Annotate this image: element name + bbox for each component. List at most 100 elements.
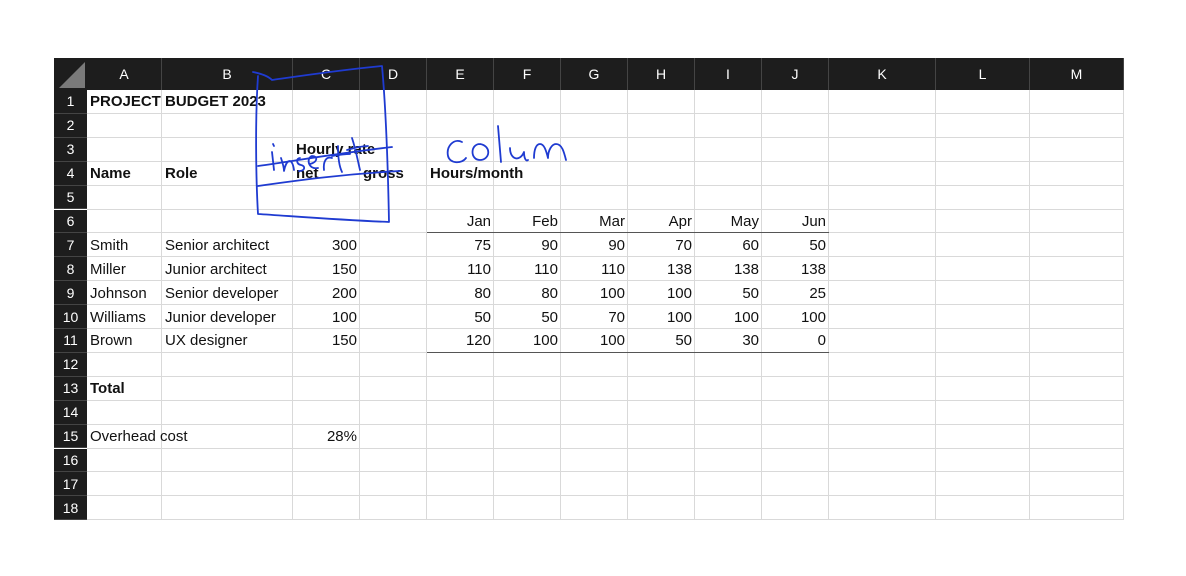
cell-hours[interactable]: 100 [628, 281, 695, 305]
row-header-3[interactable]: 3 [54, 137, 87, 162]
cell-name[interactable]: Williams [87, 305, 162, 329]
cell-role[interactable]: Senior developer [162, 281, 293, 305]
cell-hours[interactable]: 50 [427, 305, 494, 329]
column-header-a[interactable]: A [87, 58, 162, 90]
row-header-2[interactable]: 2 [54, 113, 87, 138]
row-header-15[interactable]: 15 [54, 424, 87, 449]
cell-net-rate[interactable]: 150 [293, 257, 360, 281]
cell-hours[interactable]: 100 [695, 305, 762, 329]
row-header-9[interactable]: 9 [54, 281, 87, 306]
cell-hours[interactable]: 100 [494, 329, 561, 353]
cell-hours[interactable]: 60 [695, 233, 762, 257]
cell-hours[interactable]: 120 [427, 329, 494, 353]
column-header-b[interactable]: B [162, 58, 293, 90]
cell-name[interactable]: Miller [87, 257, 162, 281]
cell-hours[interactable]: 50 [762, 233, 829, 257]
row-header-18[interactable]: 18 [54, 496, 87, 521]
column-header-k[interactable]: K [829, 58, 936, 90]
column-header-j[interactable]: J [762, 58, 829, 90]
cell-hours[interactable]: 138 [628, 257, 695, 281]
row-header-12[interactable]: 12 [54, 352, 87, 377]
column-header-g[interactable]: G [561, 58, 628, 90]
row-header-7[interactable]: 7 [54, 233, 87, 258]
row-header-6[interactable]: 6 [54, 209, 87, 234]
cell-hours[interactable]: 50 [628, 329, 695, 353]
row-header-16[interactable]: 16 [54, 448, 87, 473]
cell-a4-name-header[interactable]: Name [87, 162, 162, 186]
cell-hours[interactable]: 110 [427, 257, 494, 281]
column-header-i[interactable]: I [695, 58, 762, 90]
column-header-d[interactable]: D [360, 58, 427, 90]
cell-hours[interactable]: 138 [695, 257, 762, 281]
cell-e4-hours-header[interactable]: Hours/month [427, 162, 628, 186]
row-header-14[interactable]: 14 [54, 400, 87, 425]
row-header-4[interactable]: 4 [54, 161, 87, 186]
cell-net-rate[interactable]: 300 [293, 233, 360, 257]
cell-hours[interactable]: 0 [762, 329, 829, 353]
cell-hours[interactable]: 30 [695, 329, 762, 353]
cell-c15-overhead-value[interactable]: 28% [293, 425, 360, 449]
cell-hours[interactable]: 90 [494, 233, 561, 257]
column-header-f[interactable]: F [494, 58, 561, 90]
cell-name[interactable]: Smith [87, 233, 162, 257]
select-all-corner[interactable] [54, 58, 87, 90]
column-header-h[interactable]: H [628, 58, 695, 90]
cell-hours[interactable]: 110 [494, 257, 561, 281]
cell-role[interactable]: UX designer [162, 329, 293, 353]
cell-hours[interactable]: 75 [427, 233, 494, 257]
cell-hours[interactable]: 70 [561, 305, 628, 329]
cell-hours[interactable]: 80 [494, 281, 561, 305]
cell-hours[interactable]: 50 [695, 281, 762, 305]
cell-hours[interactable]: 138 [762, 257, 829, 281]
cell-a13-total[interactable]: Total [87, 377, 162, 401]
cell-hours[interactable]: 90 [561, 233, 628, 257]
cell-net-rate[interactable]: 150 [293, 329, 360, 353]
cell-hours[interactable]: 50 [494, 305, 561, 329]
cell-d4-gross-header[interactable]: gross [360, 162, 427, 186]
cell-net-rate[interactable]: 100 [293, 305, 360, 329]
row-header-11[interactable]: 11 [54, 329, 87, 353]
gridline-vertical [1123, 90, 1124, 521]
cell-month-mar[interactable]: Mar [561, 210, 628, 234]
row-header-8[interactable]: 8 [54, 257, 87, 282]
row-header-1[interactable]: 1 [54, 90, 87, 114]
cell-month-jun[interactable]: Jun [762, 210, 829, 234]
cell-hours[interactable]: 25 [762, 281, 829, 305]
cell-month-jan[interactable]: Jan [427, 210, 494, 234]
cell-role[interactable]: Junior architect [162, 257, 293, 281]
cell-month-may[interactable]: May [695, 210, 762, 234]
gridline-horizontal [87, 471, 1124, 473]
cell-month-feb[interactable]: Feb [494, 210, 561, 234]
column-header-e[interactable]: E [427, 58, 494, 90]
cell-hours[interactable]: 100 [628, 305, 695, 329]
row-header-5[interactable]: 5 [54, 185, 87, 210]
select-all-icon [59, 62, 85, 88]
cell-hours[interactable]: 80 [427, 281, 494, 305]
column-header-c[interactable]: C [293, 58, 360, 90]
cell-net-rate[interactable]: 200 [293, 281, 360, 305]
cell-hours[interactable]: 70 [628, 233, 695, 257]
column-header-m[interactable]: M [1030, 58, 1124, 90]
cell-hours[interactable]: 100 [561, 281, 628, 305]
cell-hours[interactable]: 100 [762, 305, 829, 329]
row-header-17[interactable]: 17 [54, 472, 87, 497]
cell-a15-overhead-label[interactable]: Overhead cost [87, 425, 293, 449]
cell-name[interactable]: Brown [87, 329, 162, 353]
gridline-horizontal [87, 519, 1124, 521]
cell-c4-net-header[interactable]: net [293, 162, 360, 186]
cell-hours[interactable]: 100 [561, 329, 628, 353]
gridline-horizontal [87, 375, 1124, 377]
row-header-10[interactable]: 10 [54, 305, 87, 329]
cell-month-apr[interactable]: Apr [628, 210, 695, 234]
cell-b4-role-header[interactable]: Role [162, 162, 293, 186]
cell-hours[interactable]: 110 [561, 257, 628, 281]
gridline-horizontal [87, 136, 1124, 138]
row-header-13[interactable]: 13 [54, 376, 87, 401]
cell-name[interactable]: Johnson [87, 281, 162, 305]
spreadsheet: ABCDEFGHIJKLM 1 2 3 4 5 6 7 8 9 10 11 12 13 14 15 16 17 1… [54, 58, 1132, 521]
cell-c3-hourly-rate[interactable]: Hourly rate [293, 138, 427, 162]
cell-role[interactable]: Junior developer [162, 305, 293, 329]
cell-a1-title[interactable]: PROJECT BUDGET 2023 [87, 90, 360, 114]
column-header-l[interactable]: L [936, 58, 1030, 90]
cell-role[interactable]: Senior architect [162, 233, 293, 257]
